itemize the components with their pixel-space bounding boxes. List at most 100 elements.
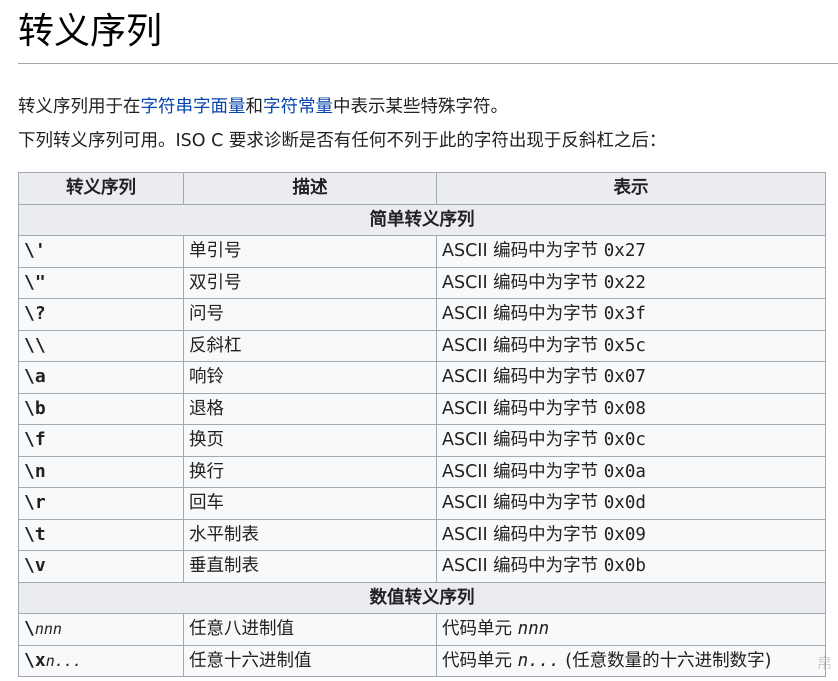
table-row: \n 换行 ASCII 编码中为字节 0x0a — [18, 455, 826, 488]
escape-sequence-cell: \" — [18, 266, 184, 299]
escape-sequence-cell: \b — [18, 392, 184, 425]
representation-text: 代码单元 — [442, 619, 518, 640]
escape-sequence-code: \n — [24, 460, 46, 482]
title-divider — [18, 63, 838, 64]
representation-cell: ASCII 编码中为字节 0x0b — [436, 550, 826, 583]
table-row: \" 双引号 ASCII 编码中为字节 0x22 — [18, 266, 826, 299]
escape-sequence-cell: \a — [18, 361, 184, 394]
escape-sequence-code: \t — [24, 523, 46, 545]
table-row: \a 响铃 ASCII 编码中为字节 0x07 — [18, 361, 826, 394]
description-cell: 双引号 — [183, 266, 437, 299]
representation-text: ASCII 编码中为字节 — [442, 241, 604, 262]
column-header-sequence: 转义序列 — [18, 172, 184, 205]
code-unit-placeholder: nnn — [517, 619, 550, 640]
representation-cell: ASCII 编码中为字节 0x09 — [436, 518, 826, 551]
table-row: \f 换页 ASCII 编码中为字节 0x0c — [18, 424, 826, 457]
section-header-numeric: 数值转义序列 — [18, 581, 826, 614]
representation-cell: ASCII 编码中为字节 0x0a — [436, 455, 826, 488]
description-cell: 响铃 — [183, 361, 437, 394]
escape-sequence-cell: \nnn — [18, 613, 184, 646]
representation-text: ASCII 编码中为字节 — [442, 304, 604, 325]
section-row-numeric: 数值转义序列 — [18, 581, 826, 614]
description-cell: 换行 — [183, 455, 437, 488]
table-row: \b 退格 ASCII 编码中为字节 0x08 — [18, 392, 826, 425]
escape-sequence-code: \r — [24, 492, 46, 514]
byte-code: 0x08 — [603, 398, 646, 419]
escape-placeholder: nnn — [34, 620, 62, 639]
escape-sequence-cell: \xn... — [18, 644, 184, 677]
byte-code: 0x07 — [603, 367, 646, 388]
escape-sequence-code: \a — [24, 366, 46, 388]
representation-text: ASCII 编码中为字节 — [442, 524, 604, 545]
description-cell: 退格 — [183, 392, 437, 425]
representation-cell: ASCII 编码中为字节 0x27 — [436, 235, 826, 268]
intro-paragraph-1: 转义序列用于在字符串字面量和字符常量中表示某些特殊字符。 — [18, 95, 508, 119]
escape-sequence-cell: \' — [18, 235, 184, 268]
description-cell: 问号 — [183, 298, 437, 331]
representation-cell: ASCII 编码中为字节 0x07 — [436, 361, 826, 394]
string-literal-link[interactable]: 字符串字面量 — [141, 97, 246, 117]
byte-code: 0x27 — [603, 241, 646, 262]
escape-sequence-code: \f — [24, 429, 46, 451]
escape-prefix: \x — [24, 649, 46, 671]
table-row: \v 垂直制表 ASCII 编码中为字节 0x0b — [18, 550, 826, 583]
representation-text: ASCII 编码中为字节 — [442, 335, 604, 356]
character-constant-link[interactable]: 字符常量 — [263, 97, 333, 117]
representation-text: ASCII 编码中为字节 — [442, 272, 604, 293]
representation-text: ASCII 编码中为字节 — [442, 367, 604, 388]
escape-sequence-code: \b — [24, 397, 46, 419]
intro-paragraph-2: 下列转义序列可用。ISO C 要求诊断是否有任何不列于此的字符出现于反斜杠之后： — [18, 131, 667, 151]
description-cell: 垂直制表 — [183, 550, 437, 583]
table-row: \nnn 任意八进制值 代码单元 nnn — [18, 613, 826, 646]
description-cell: 单引号 — [183, 235, 437, 268]
description-cell: 反斜杠 — [183, 329, 437, 362]
representation-text: ASCII 编码中为字节 — [442, 430, 604, 451]
table-row: \' 单引号 ASCII 编码中为字节 0x27 — [18, 235, 826, 268]
description-cell: 水平制表 — [183, 518, 437, 551]
description-cell: 任意十六进制值 — [183, 644, 437, 677]
section-row-simple: 简单转义序列 — [18, 203, 826, 236]
byte-code: 0x0d — [603, 493, 646, 514]
representation-cell: 代码单元 nnn — [436, 613, 826, 646]
byte-code: 0x0a — [603, 461, 646, 482]
escape-sequence-cell: \f — [18, 424, 184, 457]
escape-sequence-cell: \v — [18, 550, 184, 583]
description-cell: 回车 — [183, 487, 437, 520]
escape-sequence-cell: \n — [18, 455, 184, 488]
representation-text: ASCII 编码中为字节 — [442, 461, 604, 482]
representation-text: ASCII 编码中为字节 — [442, 556, 604, 577]
representation-cell: ASCII 编码中为字节 0x22 — [436, 266, 826, 299]
escape-sequence-cell: \t — [18, 518, 184, 551]
page-title: 转义序列 — [18, 11, 163, 52]
escape-sequence-code: \xn... — [24, 650, 82, 671]
representation-text: 代码单元 — [442, 650, 518, 671]
representation-cell: ASCII 编码中为字节 0x08 — [436, 392, 826, 425]
table-row: \? 问号 ASCII 编码中为字节 0x3f — [18, 298, 826, 331]
escape-placeholder: n... — [45, 651, 82, 670]
intro-text: 和 — [245, 97, 264, 117]
representation-cell: 代码单元 n... (任意数量的十六进制数字) — [436, 644, 826, 677]
representation-cell: ASCII 编码中为字节 0x3f — [436, 298, 826, 331]
description-cell: 换页 — [183, 424, 437, 457]
watermark: 帛 — [816, 654, 832, 672]
representation-cell: ASCII 编码中为字节 0x0d — [436, 487, 826, 520]
byte-code: 0x09 — [603, 524, 646, 545]
table-row: \r 回车 ASCII 编码中为字节 0x0d — [18, 487, 826, 520]
escape-sequence-table: 转义序列 描述 表示 简单转义序列 \' 单引号 ASCII 编码中为字节 0x27… — [18, 172, 826, 677]
escape-sequence-cell: \\ — [18, 329, 184, 362]
escape-sequence-code: \v — [24, 555, 46, 577]
representation-note: (任意数量的十六进制数字) — [559, 650, 772, 671]
table-header-row: 转义序列 描述 表示 — [18, 172, 826, 205]
table-row: \\ 反斜杠 ASCII 编码中为字节 0x5c — [18, 329, 826, 362]
representation-cell: ASCII 编码中为字节 0x5c — [436, 329, 826, 362]
intro-text: 转义序列用于在 — [18, 97, 141, 117]
representation-cell: ASCII 编码中为字节 0x0c — [436, 424, 826, 457]
escape-sequence-code: \" — [24, 271, 46, 293]
table-row: \t 水平制表 ASCII 编码中为字节 0x09 — [18, 518, 826, 551]
byte-code: 0x0b — [603, 556, 646, 577]
representation-text: ASCII 编码中为字节 — [442, 398, 604, 419]
column-header-description: 描述 — [183, 172, 437, 205]
escape-sequence-cell: \? — [18, 298, 184, 331]
escape-sequence-cell: \r — [18, 487, 184, 520]
byte-code: 0x5c — [603, 335, 646, 356]
